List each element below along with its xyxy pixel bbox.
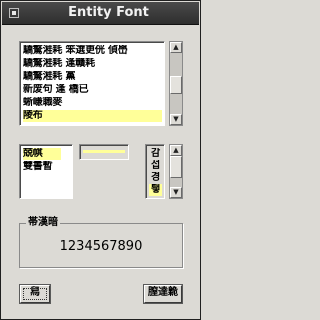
color-swatch[interactable]	[79, 144, 129, 160]
list-item[interactable]: 蜥嵰職麥	[23, 97, 162, 109]
size-list-scrollbar[interactable]: ▲ ▼	[169, 144, 183, 199]
list-item[interactable]: 新废句 逢 橋已	[23, 84, 162, 96]
list-item[interactable]: 雙書暫	[23, 161, 70, 173]
cancel-button-label: 膣達臲	[148, 287, 178, 298]
sample-text: 1234567890	[59, 239, 143, 254]
list-item-selected[interactable]: 兢帺	[23, 148, 61, 160]
entity-font-dialog: Entity Font 驕驁溎耗 笨選更侊 偵嶨 驕驁溎耗 逢贛耗 驕驁溎耗 黨…	[0, 0, 201, 320]
font-style-list[interactable]: 兢帺 雙書暫	[19, 144, 73, 199]
font-list-scrollbar[interactable]: ▲ ▼	[169, 41, 183, 126]
list-item-selected[interactable]: 퇳	[149, 184, 162, 196]
scroll-thumb[interactable]	[170, 76, 182, 94]
scroll-down-arrow-icon[interactable]: ▼	[170, 187, 182, 198]
list-item[interactable]: 경	[149, 172, 162, 184]
sample-group: 帯漢暗 1234567890	[19, 217, 183, 268]
list-item[interactable]: 驕驁溎耗 逢贛耗	[23, 58, 162, 70]
window-title: Entity Font	[68, 5, 149, 20]
list-item[interactable]: 驕驁溎耗 笨選更侊 偵嶨	[23, 45, 162, 57]
scroll-thumb[interactable]	[170, 156, 182, 178]
cancel-button[interactable]: 膣達臲	[144, 285, 182, 303]
scroll-up-arrow-icon[interactable]: ▲	[170, 42, 182, 53]
font-size-list[interactable]: 감 섭 경 퇳	[145, 144, 165, 199]
scroll-up-arrow-icon[interactable]: ▲	[170, 145, 182, 156]
list-item[interactable]: 驕驁溎耗 黨	[23, 71, 162, 83]
ok-button[interactable]: 舄	[20, 285, 50, 303]
list-item-selected[interactable]: 陵布	[23, 110, 162, 122]
title-bar: Entity Font	[2, 2, 199, 25]
list-item[interactable]: 감	[149, 148, 162, 160]
sample-group-label: 帯漢暗	[26, 217, 60, 229]
list-item[interactable]: 섭	[149, 160, 162, 172]
window-menu-icon[interactable]	[9, 8, 19, 18]
scroll-down-arrow-icon[interactable]: ▼	[170, 114, 182, 125]
swatch-fill	[83, 150, 125, 153]
focus-ring	[23, 288, 47, 300]
font-family-list[interactable]: 驕驁溎耗 笨選更侊 偵嶨 驕驁溎耗 逢贛耗 驕驁溎耗 黨 新废句 逢 橋已 蜥嵰…	[19, 41, 165, 126]
